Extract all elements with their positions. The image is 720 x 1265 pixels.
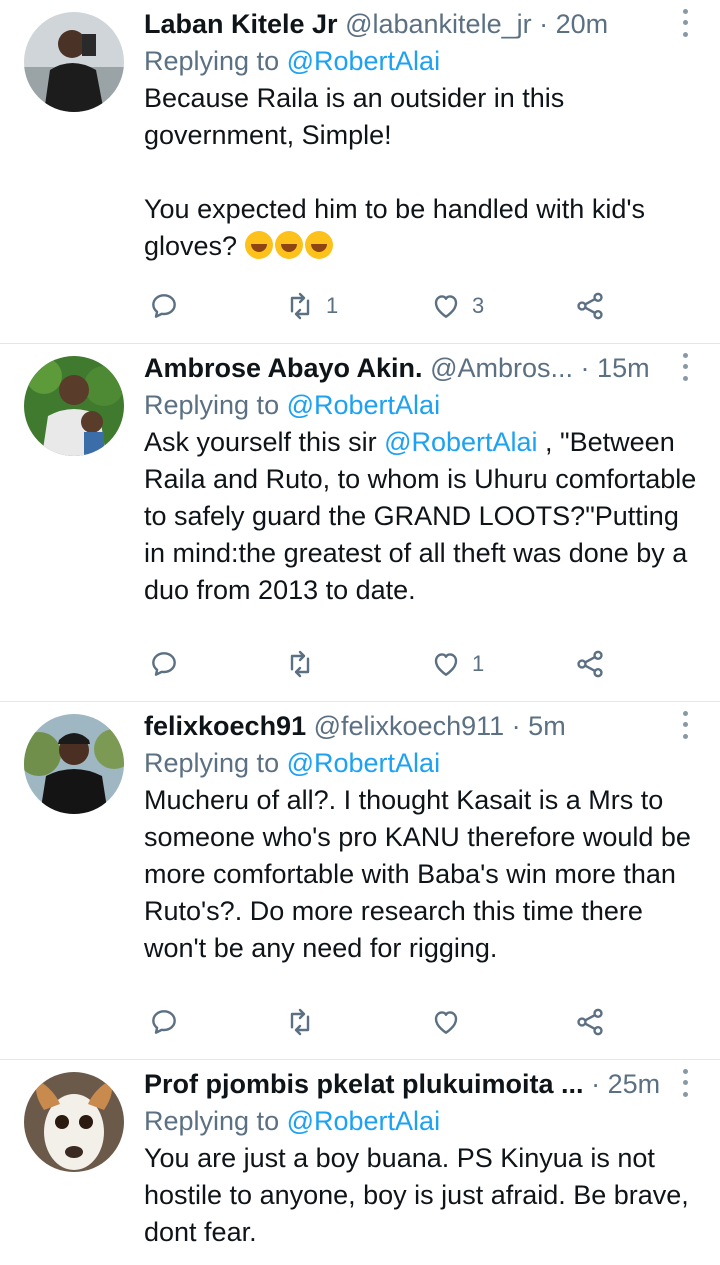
timestamp[interactable]: 20m (556, 9, 609, 39)
user-handle[interactable]: @felixkoech911 (314, 711, 505, 741)
retweet-button[interactable] (284, 1002, 326, 1042)
user-handle[interactable]: @labankitele_jr (345, 9, 532, 39)
separator-dot: · (511, 711, 521, 741)
tweet-text: You are just a boy buana. PS Kinyua is n… (144, 1143, 697, 1247)
tweet-text: Because Raila is an outsider in this gov… (144, 80, 680, 265)
tweet-card[interactable]: Prof pjombis pkelat plukuimoita ... · 25… (0, 1060, 720, 1265)
replying-to-label: Replying to (144, 46, 287, 76)
tweet-actions (144, 1002, 720, 1042)
tweet-header: Prof pjombis pkelat plukuimoita ... · 25… (144, 1064, 660, 1104)
like-count: 3 (472, 293, 485, 318)
tweet-header: Laban Kitele Jr @labankitele_jr · 20m (144, 4, 660, 44)
timestamp[interactable]: 5m (528, 711, 566, 741)
reply-icon (152, 1010, 176, 1034)
separator-dot: · (539, 9, 549, 39)
retweet-icon (290, 292, 310, 320)
retweet-button[interactable]: 1 (284, 286, 338, 326)
replying-to: Replying to @RobertAlai (144, 42, 440, 80)
share-icon (577, 650, 603, 678)
like-button[interactable]: 1 (430, 644, 484, 684)
reply-icon (152, 652, 176, 676)
retweet-button[interactable] (284, 644, 326, 684)
share-icon (577, 292, 603, 320)
mention-link[interactable]: @RobertAlai (287, 46, 440, 76)
tweet-actions: 1 3 (144, 286, 720, 326)
avatar[interactable] (24, 714, 124, 814)
tweet-text-line: You expected him to be handled with kid'… (144, 194, 653, 261)
avatar[interactable] (24, 12, 124, 112)
user-name[interactable]: Ambrose Abayo Akin. (144, 353, 423, 383)
more-icon[interactable] (678, 6, 692, 40)
share-button[interactable] (574, 1002, 606, 1042)
heart-icon (434, 653, 458, 676)
replying-to: Replying to @RobertAlai (144, 744, 440, 782)
retweet-icon (290, 1008, 310, 1036)
mention-link[interactable]: @RobertAlai (287, 1106, 440, 1136)
user-name[interactable]: felixkoech91 (144, 711, 306, 741)
more-icon[interactable] (678, 1066, 692, 1100)
like-button[interactable] (430, 1002, 472, 1042)
timestamp[interactable]: 15m (597, 353, 650, 383)
rolling-laughing-emoji (274, 231, 303, 259)
replying-to-label: Replying to (144, 390, 287, 420)
tweet-text: Mucheru of all?. I thought Kasait is a M… (144, 785, 699, 963)
reply-button[interactable] (148, 286, 190, 326)
replying-to-label: Replying to (144, 1106, 287, 1136)
separator-dot: · (591, 1069, 601, 1099)
share-icon (577, 1008, 603, 1036)
avatar[interactable] (24, 1072, 124, 1172)
more-icon[interactable] (678, 708, 692, 742)
more-icon[interactable] (678, 350, 692, 384)
rolling-laughing-emoji (244, 231, 273, 259)
avatar[interactable] (24, 356, 124, 456)
replying-to-label: Replying to (144, 748, 287, 778)
mention-link[interactable]: @RobertAlai (287, 748, 440, 778)
replying-to: Replying to @RobertAlai (144, 1102, 440, 1140)
tweet-text-line: Because Raila is an outsider in this gov… (144, 83, 572, 150)
tweet-text-part: Ask yourself this sir (144, 427, 385, 457)
tweet-card[interactable]: felixkoech91 @felixkoech911 · 5m Replyin… (0, 702, 720, 1060)
reply-button[interactable] (148, 644, 190, 684)
heart-icon (434, 295, 458, 318)
share-button[interactable] (574, 286, 606, 326)
like-button[interactable]: 3 (430, 286, 484, 326)
rolling-laughing-emoji (304, 231, 333, 259)
retweet-count: 1 (326, 293, 339, 318)
mention-link[interactable]: @RobertAlai (384, 427, 537, 457)
reply-icon (152, 294, 176, 318)
user-name[interactable]: Laban Kitele Jr (144, 9, 338, 39)
tweet-actions: 1 (144, 644, 720, 684)
replying-to: Replying to @RobertAlai (144, 386, 440, 424)
like-count: 1 (472, 651, 485, 676)
tweet-card[interactable]: Laban Kitele Jr @labankitele_jr · 20m Re… (0, 0, 720, 344)
timestamp[interactable]: 25m (608, 1069, 660, 1099)
tweet-header: felixkoech91 @felixkoech911 · 5m (144, 706, 660, 746)
retweet-icon (290, 650, 310, 678)
share-button[interactable] (574, 644, 606, 684)
user-name[interactable]: Prof pjombis pkelat plukuimoita ... (144, 1069, 584, 1099)
tweet-header: Ambrose Abayo Akin. @Ambros... · 15m (144, 348, 660, 388)
separator-dot: · (580, 353, 590, 383)
tweet-text: Ask yourself this sir @RobertAlai , "Bet… (144, 424, 702, 609)
user-handle[interactable]: @Ambros... (430, 353, 573, 383)
heart-icon (434, 1011, 458, 1034)
tweet-card[interactable]: Ambrose Abayo Akin. @Ambros... · 15m Rep… (0, 344, 720, 702)
mention-link[interactable]: @RobertAlai (287, 390, 440, 420)
reply-button[interactable] (148, 1002, 190, 1042)
